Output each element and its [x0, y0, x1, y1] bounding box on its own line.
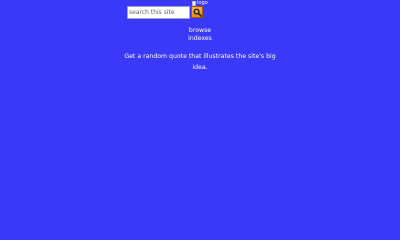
search-form [127, 5, 203, 19]
broken-image-icon [192, 1, 196, 6]
indexes-link[interactable]: indexes [170, 35, 230, 43]
browse-link[interactable]: browse [170, 27, 230, 35]
search-input[interactable] [127, 5, 190, 19]
logo-alt-text: logo [197, 0, 208, 6]
logo[interactable]: logo [192, 0, 208, 7]
main-navigation: browse indexes [170, 27, 230, 43]
search-icon [193, 8, 202, 17]
page: logo browse indexes Get a random quote t… [0, 0, 400, 225]
search-button[interactable] [191, 6, 203, 18]
tagline: Get a random quote that illustrates the … [124, 53, 276, 71]
